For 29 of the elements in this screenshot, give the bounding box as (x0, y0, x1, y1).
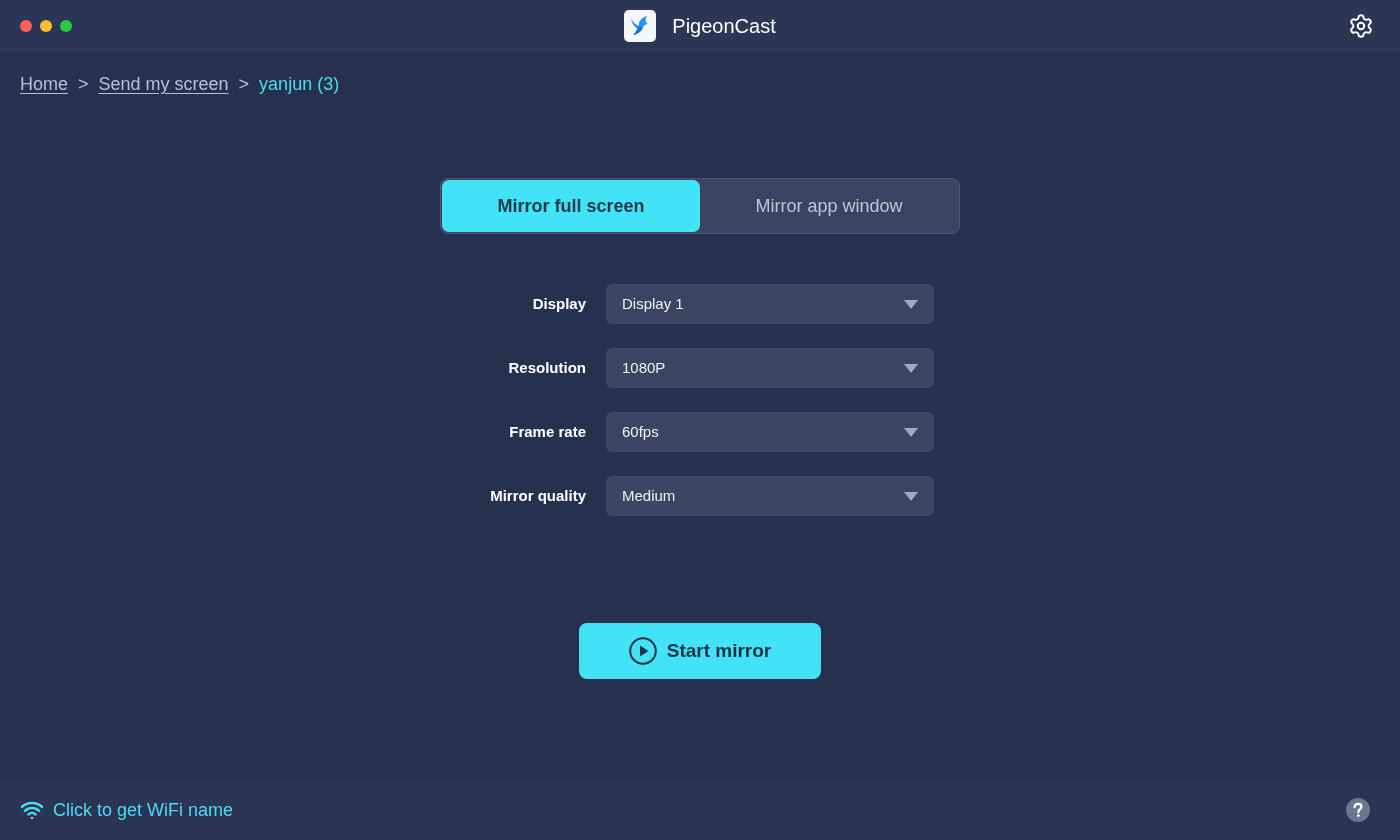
start-mirror-button[interactable]: Start mirror (579, 623, 821, 679)
play-icon (628, 637, 657, 665)
setting-label: Frame rate (508, 421, 586, 442)
setting-dropdown[interactable]: 1080P (606, 348, 934, 388)
breadcrumb-link[interactable]: Send my screen (98, 71, 229, 98)
settings-icon[interactable] (1348, 13, 1374, 39)
dropdown-caret-icon (904, 491, 918, 501)
close-window-icon[interactable] (20, 20, 32, 32)
dropdown-caret-icon (904, 299, 918, 309)
window-title: PigeonCast (672, 14, 776, 39)
mode-tab[interactable]: Mirror app window (700, 180, 958, 232)
help-icon[interactable] (1346, 798, 1370, 822)
bird-logo-icon (624, 10, 657, 42)
mode-tab[interactable]: Mirror full screen (442, 180, 700, 232)
breadcrumb-link[interactable]: Home (20, 71, 68, 98)
setting-label: Mirror quality (489, 485, 586, 506)
zoom-window-icon[interactable] (60, 20, 72, 32)
breadcrumb-separator: > (78, 73, 89, 96)
wifi-name-link[interactable]: Click to get WiFi name (20, 796, 234, 824)
setting-dropdown[interactable]: Display 1 (606, 284, 934, 324)
minimize-window-icon[interactable] (40, 20, 52, 32)
breadcrumb-current: yanjun (3) (259, 73, 340, 96)
setting-label: Resolution (507, 357, 586, 378)
setting-dropdown[interactable]: 60fps (606, 412, 934, 452)
setting-dropdown[interactable]: Medium (606, 476, 934, 516)
dropdown-caret-icon (904, 427, 918, 437)
breadcrumb-separator: > (238, 73, 250, 96)
setting-label: Display (531, 293, 586, 314)
dropdown-caret-icon (904, 363, 918, 373)
